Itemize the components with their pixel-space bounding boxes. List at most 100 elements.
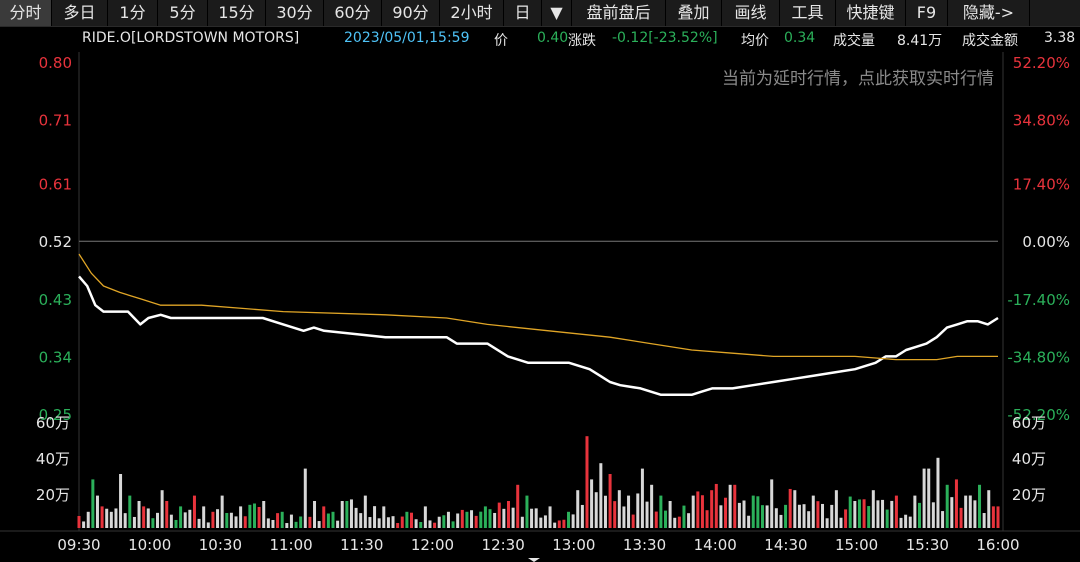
volume-bar [876, 500, 880, 528]
volume-tick-label-right: 20万 [1012, 486, 1046, 504]
volume-bar [991, 506, 995, 528]
time-tick-label: 13:00 [552, 536, 595, 554]
volume-bar [608, 474, 612, 528]
volume-bar [520, 516, 524, 528]
volume-bar [659, 495, 663, 528]
volume-bar [913, 495, 917, 528]
volume-bar [294, 521, 298, 528]
volume-bar [437, 516, 441, 528]
volume-bar [391, 516, 395, 528]
volume-bar [109, 511, 113, 528]
volume-bar [474, 515, 478, 528]
volume-bar [945, 484, 949, 528]
volume-bar [202, 506, 206, 528]
volume-bar [705, 510, 709, 528]
volume-tick-label-right: 40万 [1012, 450, 1046, 468]
volume-bar [927, 468, 931, 528]
volume-bar [428, 520, 432, 528]
time-tick-label: 14:00 [694, 536, 737, 554]
volume-bar [216, 509, 220, 528]
volume-bar [894, 495, 898, 528]
volume-bar [663, 510, 667, 528]
volume-bar [696, 491, 700, 528]
volume-bar [682, 505, 686, 528]
volume-bar [308, 516, 312, 528]
volume-bar [562, 519, 566, 528]
volume-bar [142, 506, 146, 528]
volume-bar [252, 503, 256, 528]
volume-bar [506, 501, 510, 528]
volume-bar [973, 500, 977, 528]
volume-bar [493, 512, 497, 528]
delayed-quote-notice[interactable]: 当前为延时行情，点此获取实时行情 [722, 64, 994, 89]
volume-bar [530, 508, 534, 528]
volume-bar [908, 516, 912, 528]
volume-bar [613, 501, 617, 528]
volume-bar [289, 514, 293, 528]
volume-bar [978, 484, 982, 528]
volume-bar [982, 513, 986, 528]
volume-bar [91, 479, 95, 528]
time-tick-label: 11:30 [340, 536, 383, 554]
time-tick-label: 15:30 [906, 536, 949, 554]
price-tick-label: 0.61 [39, 176, 72, 194]
volume-bar [382, 506, 386, 528]
volume-bar [622, 506, 626, 528]
volume-bar [950, 497, 954, 528]
pct-tick-label: 0.00% [1022, 233, 1070, 251]
volume-bar [585, 436, 589, 528]
volume-bar [834, 490, 838, 528]
volume-bar [151, 518, 155, 528]
volume-bar [377, 518, 381, 528]
volume-bar [617, 490, 621, 528]
volume-bar [511, 507, 515, 528]
volume-bar [885, 509, 889, 528]
volume-bar [516, 484, 520, 528]
volume-bar [386, 517, 390, 528]
volume-bar [483, 506, 487, 528]
volume-bar [82, 521, 86, 528]
volume-bar [225, 512, 229, 528]
time-tick-label: 15:00 [835, 536, 878, 554]
price-series-line [78, 275, 999, 397]
volume-bar [576, 490, 580, 528]
volume-bar [779, 514, 783, 528]
volume-bar [636, 493, 640, 528]
volume-bar [890, 500, 894, 528]
volume-bar [336, 520, 340, 528]
volume-bar [137, 501, 141, 528]
volume-bar [673, 517, 677, 528]
volume-bar [719, 505, 723, 528]
volume-bar [100, 506, 104, 528]
volume-bar [590, 479, 594, 528]
volume-bar [714, 483, 718, 528]
volume-bar [442, 515, 446, 528]
volume-bar [266, 518, 270, 528]
pct-tick-label: -17.40% [1007, 291, 1070, 309]
volume-bar [188, 509, 192, 528]
volume-bar [700, 495, 704, 528]
volume-bar [206, 522, 210, 528]
volume-bar [603, 495, 607, 528]
time-tick-label: 11:00 [269, 536, 312, 554]
volume-bar [594, 492, 598, 528]
volume-bar [797, 504, 801, 528]
volume-bar [192, 495, 196, 528]
volume-bar [917, 502, 921, 528]
price-tick-label: 0.34 [39, 348, 72, 366]
volume-bar [904, 514, 908, 528]
volume-bar [174, 519, 178, 528]
volume-bar [239, 506, 243, 528]
volume-bar [807, 511, 811, 528]
volume-bar [793, 490, 797, 528]
time-tick-label: 12:30 [482, 536, 525, 554]
volume-bar [179, 506, 183, 528]
volume-bar [922, 468, 926, 528]
volume-bar [423, 506, 427, 528]
volume-bar [146, 508, 150, 528]
volume-bar [677, 516, 681, 528]
time-tick-label: 14:30 [764, 536, 807, 554]
volume-bar [160, 490, 164, 528]
volume-bar [765, 505, 769, 528]
volume-bar [105, 508, 109, 528]
